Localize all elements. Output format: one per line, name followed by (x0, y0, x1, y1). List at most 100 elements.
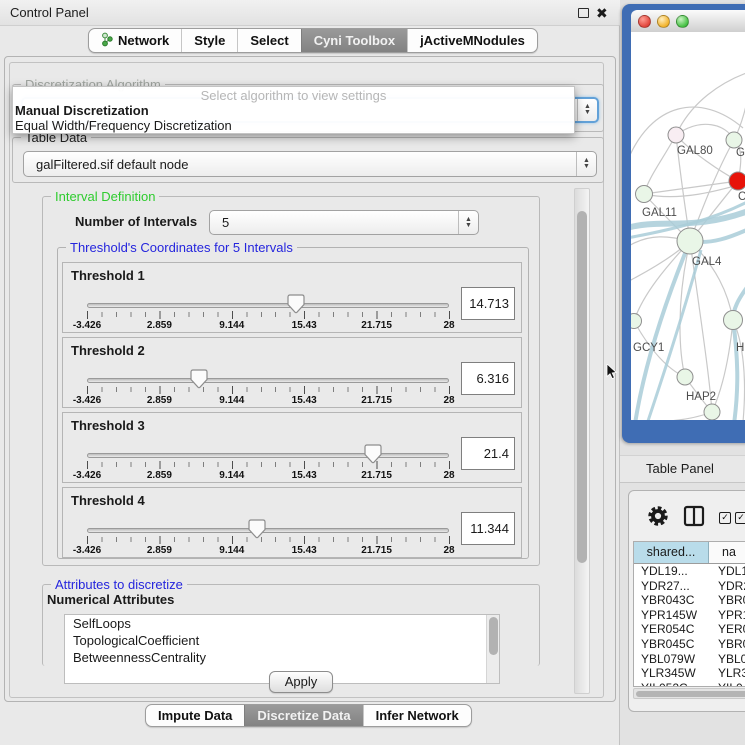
tab-label: Impute Data (158, 708, 232, 723)
threshold-value-field[interactable]: 14.713 (461, 287, 515, 320)
threshold-value-field[interactable]: 21.4 (461, 437, 515, 470)
combo-stepper-icon[interactable]: ▲▼ (458, 211, 478, 234)
list-scrollbar[interactable] (486, 615, 499, 683)
network-node-node-red[interactable] (729, 172, 745, 190)
node-label-h: H (736, 342, 744, 354)
tab-discretize-data[interactable]: Discretize Data (244, 705, 362, 726)
cell-name: YBL0 (709, 652, 745, 667)
attribute-item-betweennesscentrality[interactable]: BetweennessCentrality (65, 649, 499, 666)
slider-handle[interactable] (190, 369, 208, 389)
control-panel-titlebar: Control Panel ✖ (0, 0, 620, 26)
checkbox-icon[interactable]: ✓ (735, 512, 745, 524)
cell-name: YDR2 (709, 579, 745, 594)
node-label-c: C (738, 191, 745, 203)
table-row[interactable]: YBR043CYBR0 (634, 593, 745, 608)
tab-select[interactable]: Select (237, 29, 300, 52)
group-table-data: Table Data galFiltered.sif default node … (12, 137, 604, 183)
combo-stepper-icon[interactable]: ▲▼ (576, 152, 596, 176)
dropdown-item-equal-width-frequency-discretization[interactable]: Equal Width/Frequency Discretization (13, 118, 574, 133)
attribute-item-topologicalcoefficient[interactable]: TopologicalCoefficient (65, 632, 499, 649)
horizontal-scrollbar-thumb[interactable] (636, 691, 745, 698)
table-row[interactable]: YPR145WYPR1 (634, 608, 745, 623)
tab-impute-data[interactable]: Impute Data (146, 705, 244, 726)
network-window-titlebar[interactable] (631, 10, 745, 32)
bottom-tab-bar: Impute Data Discretize Data Infer Network (145, 704, 472, 727)
slider-handle[interactable] (248, 519, 266, 539)
network-node-gcy1[interactable] (631, 314, 642, 329)
split-columns-icon[interactable] (683, 505, 705, 532)
column-header-name[interactable]: na (709, 542, 745, 563)
panel-title: Control Panel (10, 0, 89, 26)
table-row[interactable]: YER054CYER0 (634, 622, 745, 637)
slider-track[interactable] (87, 378, 449, 383)
tick-label: 2.859 (147, 545, 172, 556)
table-row[interactable]: YDR27...YDR2 (634, 579, 745, 594)
tick-label: 21.715 (361, 320, 392, 331)
dropdown-item-manual-discretization[interactable]: Manual Discretization (13, 103, 574, 118)
tick-label: 21.715 (361, 395, 392, 406)
column-header-shared-name[interactable]: shared... (634, 542, 709, 563)
table-row[interactable]: YBL079WYBL0 (634, 652, 745, 667)
gear-icon[interactable] (647, 505, 669, 532)
network-node-hap2[interactable] (677, 369, 693, 385)
number-of-intervals-combobox[interactable]: 5 ▲▼ (209, 210, 479, 235)
slider-track[interactable] (87, 303, 449, 308)
slider-track[interactable] (87, 528, 449, 533)
minimize-traffic-light-icon[interactable] (657, 15, 670, 28)
tab-infer-network[interactable]: Infer Network (363, 705, 471, 726)
threshold-value-field[interactable]: 6.316 (461, 362, 515, 395)
table-row[interactable]: YLR345WYLR3 (634, 666, 745, 681)
network-node-gal4[interactable] (677, 228, 703, 254)
threshold-value-field[interactable]: 11.344 (461, 512, 515, 545)
slider-minor-ticks (87, 462, 451, 467)
horizontal-scrollbar[interactable] (633, 688, 745, 699)
tick-label: 28 (443, 395, 454, 406)
cell-name: YER0 (709, 622, 745, 637)
tab-network[interactable]: Network (89, 29, 181, 52)
close-icon[interactable]: ✖ (596, 4, 608, 22)
network-node-node-bottom[interactable] (704, 404, 720, 420)
cell-name: YDL1 (709, 564, 745, 579)
vertical-scrollbar-thumb[interactable] (577, 211, 587, 563)
tab-label: Infer Network (376, 708, 459, 723)
tab-cyni-toolbox[interactable]: Cyni Toolbox (301, 29, 407, 52)
table-row[interactable]: YDL19...YDL1 (634, 564, 745, 579)
network-edge (631, 412, 712, 420)
tab-jactivemnodules[interactable]: jActiveMNodules (407, 29, 537, 52)
slider-minor-ticks (87, 537, 451, 542)
vertical-scrollbar[interactable] (574, 188, 590, 694)
group-thresholds-title: Threshold's Coordinates for 5 Intervals (66, 240, 297, 255)
close-traffic-light-icon[interactable] (638, 15, 651, 28)
tick-label: 21.715 (361, 545, 392, 556)
apply-button[interactable]: Apply (269, 671, 333, 693)
network-icon (101, 32, 113, 50)
attribute-item-selfloops[interactable]: SelfLoops (65, 615, 499, 632)
table-row[interactable]: YIL052CYIL0 (634, 681, 745, 687)
network-canvas[interactable]: GAL80GACGAL11GAL4GCY1HHAP2 (631, 32, 745, 420)
combo-stepper-icon[interactable]: ▲▼ (577, 99, 597, 121)
tick-label: -3.426 (73, 395, 101, 406)
tick-label: 9.144 (219, 395, 244, 406)
float-window-icon[interactable] (578, 8, 589, 18)
table-row[interactable]: YBR045CYBR0 (634, 637, 745, 652)
table-data-value: galFiltered.sif default node (24, 157, 576, 172)
network-node-node-top-right[interactable] (726, 132, 742, 148)
network-node-gal80[interactable] (668, 127, 684, 143)
slider-track[interactable] (87, 453, 449, 458)
tick-label: 9.144 (219, 470, 244, 481)
slider-handle[interactable] (364, 444, 382, 464)
zoom-traffic-light-icon[interactable] (676, 15, 689, 28)
tick-label: 15.43 (292, 470, 317, 481)
slider-handle[interactable] (287, 294, 305, 314)
network-edge (733, 320, 737, 420)
tab-bar: NetworkStyleSelectCyni ToolboxjActiveMNo… (88, 28, 538, 53)
table-data-combobox[interactable]: galFiltered.sif default node ▲▼ (23, 151, 597, 177)
tab-style[interactable]: Style (181, 29, 237, 52)
network-view-window[interactable]: GAL80GACGAL11GAL4GCY1HHAP2 (622, 4, 745, 443)
threshold-panel-1: Threshold 1-3.4262.8599.14415.4321.71528… (62, 262, 522, 333)
list-scrollbar-thumb[interactable] (489, 617, 498, 655)
slider-minor-ticks (87, 387, 451, 392)
network-node-gal11[interactable] (636, 186, 653, 203)
network-node-node-h[interactable] (724, 311, 743, 330)
checkbox-icon[interactable]: ✓ (719, 512, 731, 524)
